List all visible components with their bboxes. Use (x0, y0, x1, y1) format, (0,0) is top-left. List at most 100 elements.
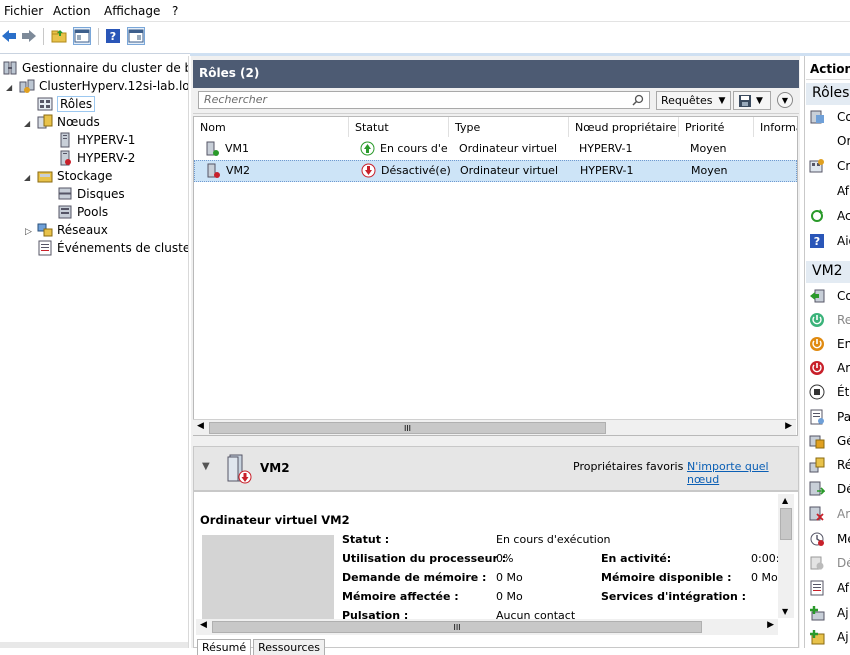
add-storage-icon (810, 606, 825, 621)
action-shutdown[interactable]: Ar (809, 358, 850, 378)
column-header-owner[interactable]: Nœud propriétaire (569, 117, 679, 137)
actions-section-vm2[interactable]: VM2 (806, 261, 850, 283)
save-query-button[interactable]: ▼ (733, 91, 771, 110)
actions-section-roles[interactable]: Rôles (806, 83, 850, 105)
nodes-icon (37, 114, 53, 129)
scroll-left-icon[interactable]: ◀ (200, 620, 207, 630)
collapse-details-icon[interactable]: ▼ (202, 461, 210, 472)
action-information-details[interactable]: Af (809, 578, 849, 598)
server-icon (60, 132, 70, 148)
action-settings[interactable]: Pa (809, 407, 850, 427)
search-icon[interactable] (632, 94, 644, 109)
menu-affichage[interactable]: Affichage (104, 4, 160, 18)
scroll-right-icon[interactable]: ▶ (767, 620, 774, 630)
details-vertical-scrollbar[interactable]: ▲ ▼ (778, 494, 794, 618)
scroll-right-icon[interactable]: ▶ (785, 421, 792, 431)
tree-node-hyperv2[interactable]: HYPERV-2 (57, 149, 135, 167)
action-add-resource[interactable]: Aj (809, 627, 849, 647)
scroll-thumb[interactable]: III (209, 422, 606, 434)
action-configure-role[interactable]: Co (809, 107, 850, 127)
tab-resources[interactable]: Ressources (253, 639, 326, 655)
tree-storage[interactable]: Stockage (37, 167, 112, 185)
action-move[interactable]: Dé (809, 479, 850, 499)
show-hide-actions-icon[interactable] (127, 27, 145, 45)
details-tabs: Résumé Ressources (197, 639, 327, 655)
table-horizontal-scrollbar[interactable]: ◀ III ▶ (193, 419, 796, 435)
vm-thumbnail (202, 535, 334, 625)
forward-arrow-icon[interactable] (20, 27, 38, 45)
action-label: Aid (837, 234, 850, 248)
action-turn-off[interactable]: Ét (809, 382, 849, 402)
tree-root[interactable]: Gestionnaire du cluster de basc (2, 59, 188, 77)
row-status: Désactivé(e) (381, 164, 451, 177)
scroll-thumb[interactable] (780, 508, 792, 540)
column-header-type[interactable]: Type (449, 117, 569, 137)
menu-action[interactable]: Action (53, 4, 91, 18)
expand-arrow-icon[interactable]: ◢ (24, 173, 30, 182)
roles-table: Nom Statut Type Nœud propriétaire Priori… (193, 116, 798, 436)
fav-owners-link[interactable]: N'importe quel nœud (687, 460, 798, 486)
action-label: Gé (837, 434, 850, 448)
tree-roles[interactable]: Rôles (37, 95, 96, 113)
table-row[interactable]: VM1 En cours d'e... Ordinateur virtuel H… (194, 138, 797, 160)
queries-label: Requêtes (661, 94, 713, 107)
tree-networks[interactable]: Réseaux (37, 221, 108, 239)
folder-up-icon[interactable] (50, 27, 68, 45)
tree-horizontal-scrollbar[interactable] (0, 642, 188, 648)
menu-fichier[interactable]: Fichier (4, 4, 43, 18)
cluster-icon (19, 79, 35, 93)
toolbar-separator (43, 28, 44, 45)
tree-disks[interactable]: Disques (57, 185, 125, 203)
scroll-left-icon[interactable]: ◀ (197, 421, 204, 431)
memory-demand-label: Demande de mémoire : (342, 571, 487, 584)
tree-cluster[interactable]: ClusterHyperv.12si-lab.loca (19, 77, 188, 95)
collapse-arrow-icon[interactable]: ▷ (25, 227, 32, 237)
action-stop-role[interactable]: Dé (809, 553, 850, 573)
column-header-status[interactable]: Statut (349, 117, 449, 137)
scroll-up-icon[interactable]: ▲ (782, 496, 788, 505)
action-label: Aj (837, 606, 849, 620)
queries-button[interactable]: Requêtes ▼ (656, 91, 731, 110)
disk-icon (58, 187, 72, 200)
expand-arrow-icon[interactable]: ◢ (6, 83, 12, 92)
scroll-thumb[interactable]: III (212, 621, 702, 633)
action-add-storage[interactable]: Aj (809, 603, 849, 623)
action-label: Ac (837, 209, 850, 223)
tree-node-hyperv1-label: HYPERV-1 (77, 133, 136, 147)
back-arrow-icon[interactable] (0, 27, 18, 45)
tree-events[interactable]: Événements de cluster (37, 239, 188, 257)
scroll-down-icon[interactable]: ▼ (782, 607, 788, 616)
action-help[interactable]: ? Aid (809, 231, 850, 251)
tree-nodes[interactable]: Nœuds (37, 113, 100, 131)
help-icon[interactable]: ? (104, 27, 122, 45)
column-header-info[interactable]: Informati (754, 117, 797, 137)
show-hide-tree-icon[interactable] (73, 27, 91, 45)
search-input[interactable]: Rechercher (198, 91, 650, 109)
action-view[interactable]: Af (837, 181, 849, 201)
collapse-chevron-icon[interactable]: ▼ (777, 92, 793, 108)
action-start[interactable]: Re (809, 310, 850, 330)
action-label: Ét (837, 385, 850, 399)
tab-summary[interactable]: Résumé (197, 639, 252, 655)
column-header-priority[interactable]: Priorité (679, 117, 754, 137)
tree-node-hyperv1[interactable]: HYPERV-1 (57, 131, 135, 149)
table-row[interactable]: VM2 Désactivé(e) Ordinateur virtuel HYPE… (194, 160, 797, 182)
action-cancel-live-migration[interactable]: Ar (809, 504, 850, 524)
details-horizontal-scrollbar[interactable]: ◀ III ▶ (196, 619, 778, 635)
menu-help[interactable]: ? (172, 4, 178, 18)
action-connect[interactable]: Co (809, 286, 850, 306)
action-manage[interactable]: Gé (809, 431, 850, 451)
action-replication[interactable]: Ré (809, 455, 850, 475)
tree-pools[interactable]: Pools (57, 203, 108, 221)
svg-text:?: ? (814, 235, 820, 248)
action-save[interactable]: En (809, 334, 850, 354)
tree-roles-label: Rôles (57, 96, 96, 112)
action-create-role[interactable]: Cr (809, 156, 850, 176)
uptime-label: En activité: (601, 552, 672, 565)
action-refresh[interactable]: Ac (809, 206, 850, 226)
expand-arrow-icon[interactable]: ◢ (24, 119, 30, 128)
navigation-tree: Gestionnaire du cluster de basc ◢ Cluste… (0, 56, 189, 648)
column-header-name[interactable]: Nom (194, 117, 349, 137)
action-change-startup-priority[interactable]: Me (809, 529, 850, 549)
action-virtual-machines[interactable]: Or (837, 131, 850, 151)
